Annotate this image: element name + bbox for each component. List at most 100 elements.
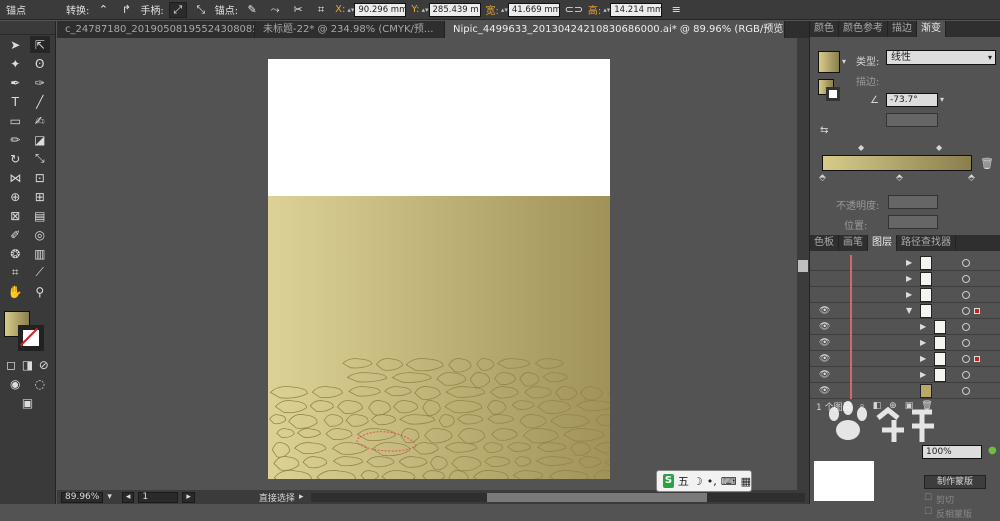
selection-tool-icon[interactable]: ➤ (5, 36, 25, 53)
tab-gradient[interactable]: 渐变 (917, 21, 946, 37)
layer-row[interactable]: ▶ (810, 271, 1000, 287)
layer-row[interactable]: ▶ (810, 255, 1000, 271)
tab-color[interactable]: 颜色 (810, 21, 839, 37)
half-width-moon-icon[interactable]: ☽ (693, 475, 703, 488)
layer-row[interactable]: 👁 ▼ (810, 303, 1000, 319)
rotate-tool-icon[interactable]: ↻ (5, 150, 25, 167)
punctuation-icon[interactable]: •, (707, 475, 717, 488)
tab-brushes[interactable]: 画笔 (839, 235, 868, 251)
layer-row[interactable]: 👁 ▶ (810, 319, 1000, 335)
angle-input[interactable]: -73.7° (886, 93, 938, 107)
target-icon[interactable] (962, 355, 970, 363)
collapse-icon[interactable]: ▼ (906, 306, 912, 315)
keyboard-icon[interactable]: ⌨ (721, 475, 737, 488)
line-tool-icon[interactable]: ╱ (30, 93, 50, 110)
tab-pathfinder[interactable]: 路径查找器 (897, 235, 956, 251)
tab-swatches[interactable]: 色板 (810, 235, 839, 251)
gradient-preview-swatch[interactable] (818, 51, 840, 73)
stroke-mini-swatch[interactable] (826, 87, 840, 101)
zoom-dropdown-icon[interactable]: ▾ (107, 492, 112, 502)
none-mode-icon[interactable]: ⊘ (36, 356, 52, 373)
target-icon[interactable] (962, 323, 970, 331)
slice-tool-icon[interactable]: ⟋ (30, 264, 50, 281)
type-tool-icon[interactable]: T (5, 93, 25, 110)
draw-behind-icon[interactable]: ◌ (30, 375, 50, 392)
convert-to-smooth-icon[interactable]: ↱ (117, 2, 135, 18)
expand-icon[interactable]: ▶ (920, 338, 926, 347)
angle-dropdown-icon[interactable]: ▾ (940, 95, 944, 104)
scale-tool-icon[interactable]: ⤡ (30, 150, 50, 167)
artboard-nav-next-icon[interactable]: ▸ (182, 491, 195, 503)
layer-row[interactable]: 👁 ▶ (810, 335, 1000, 351)
transparency-thumbnail[interactable] (814, 461, 874, 501)
gradient-stop-right-icon[interactable]: ⬘ (968, 173, 975, 183)
expand-icon[interactable]: ▶ (920, 322, 926, 331)
lasso-tool-icon[interactable]: ʘ (30, 55, 50, 72)
selection-indicator[interactable] (974, 308, 980, 314)
eye-icon[interactable]: 👁 (819, 338, 830, 348)
pencil-tool-icon[interactable]: ✏ (5, 131, 25, 148)
rectangle-tool-icon[interactable]: ▭ (5, 112, 25, 129)
gradient-stop-left-icon[interactable]: ⬘ (819, 173, 826, 183)
ime-mode-label[interactable]: 五 (678, 473, 689, 489)
target-icon[interactable] (962, 259, 970, 267)
reverse-gradient-icon[interactable]: ⇆ (820, 125, 828, 136)
horizontal-scroll-thumb[interactable] (487, 492, 708, 502)
show-handles-icon[interactable]: ⤢ (168, 1, 187, 18)
delete-stop-icon[interactable]: 🗑 (980, 157, 994, 170)
zoom-field[interactable]: 89.96% (61, 491, 104, 503)
artboard-number-field[interactable]: 1 (138, 491, 179, 503)
canvas-horizontal-scrollbar[interactable] (311, 492, 805, 502)
artboard-nav-prev-icon[interactable]: ◂ (121, 491, 135, 503)
gradient-type-select[interactable]: 线性 ▾ (886, 50, 996, 65)
pen-tool-icon[interactable]: ✒ (5, 74, 25, 91)
aspect-ratio-input[interactable] (886, 113, 938, 127)
target-icon[interactable] (962, 387, 970, 395)
width-stepper-icon[interactable]: ▴▾ (501, 6, 508, 13)
clip-checkbox-icon[interactable]: ☐ (924, 493, 932, 503)
target-icon[interactable] (962, 291, 970, 299)
width-tool-icon[interactable]: ⋈ (5, 169, 25, 186)
gradient-tool-icon[interactable]: ▤ (30, 207, 50, 224)
tab-color-guide[interactable]: 颜色参考 (839, 21, 888, 37)
blend-tool-icon[interactable]: ◎ (30, 226, 50, 243)
expand-icon[interactable]: ▶ (906, 274, 912, 283)
gradient-slider[interactable] (822, 155, 972, 171)
symbol-sprayer-tool-icon[interactable]: ❂ (5, 245, 25, 262)
hand-tool-icon[interactable]: ✋ (5, 283, 25, 300)
gradient-preset-dropdown-icon[interactable]: ▾ (842, 57, 846, 66)
target-icon[interactable] (962, 275, 970, 283)
x-input[interactable]: 90.296 mm (354, 2, 407, 17)
selection-indicator[interactable] (974, 356, 980, 362)
position-input[interactable] (888, 215, 938, 229)
document-tab-1[interactable]: c_24787180_20190508195524308085.ai* (57, 21, 255, 38)
draw-normal-icon[interactable]: ◉ (5, 375, 25, 392)
mesh-tool-icon[interactable]: ⊠ (5, 207, 25, 224)
target-icon[interactable] (962, 371, 970, 379)
eye-icon[interactable]: 👁 (819, 386, 830, 396)
height-stepper-icon[interactable]: ▴▾ (603, 6, 610, 13)
free-transform-tool-icon[interactable]: ⊡ (30, 169, 50, 186)
make-mask-button[interactable]: 制作蒙版 (924, 475, 986, 489)
document-tab-2[interactable]: 未标题-22* @ 234.98% (CMYK/预... (255, 21, 445, 38)
artboard-tool-icon[interactable]: ⌗ (5, 264, 25, 281)
expand-icon[interactable]: ▶ (906, 258, 912, 267)
eyedropper-tool-icon[interactable]: ✐ (5, 226, 25, 243)
align-anchor-icon[interactable]: ⌗ (312, 2, 330, 18)
artboard[interactable] (268, 59, 649, 486)
tab-stroke[interactable]: 描边 (888, 21, 917, 37)
transparency-toggle-icon[interactable]: ● (988, 445, 997, 456)
magic-wand-tool-icon[interactable]: ✦ (5, 55, 25, 72)
x-stepper-icon[interactable]: ▴▾ (347, 6, 354, 13)
target-icon[interactable] (962, 307, 970, 315)
eye-icon[interactable]: 👁 (819, 370, 830, 380)
cut-path-icon[interactable]: ✂ (289, 2, 307, 18)
paintbrush-tool-icon[interactable]: ✍ (30, 112, 50, 129)
vertical-scroll-thumb[interactable] (798, 260, 808, 272)
expand-icon[interactable]: ▶ (920, 354, 926, 363)
y-input[interactable]: 285.439 m (428, 2, 481, 17)
gradient-midpoint-icon-2[interactable]: ◆ (936, 143, 942, 152)
sogou-logo-icon[interactable]: S (663, 474, 674, 488)
color-mode-icon[interactable]: ◻ (3, 356, 19, 373)
layer-row[interactable]: 👁 ▶ (810, 367, 1000, 383)
